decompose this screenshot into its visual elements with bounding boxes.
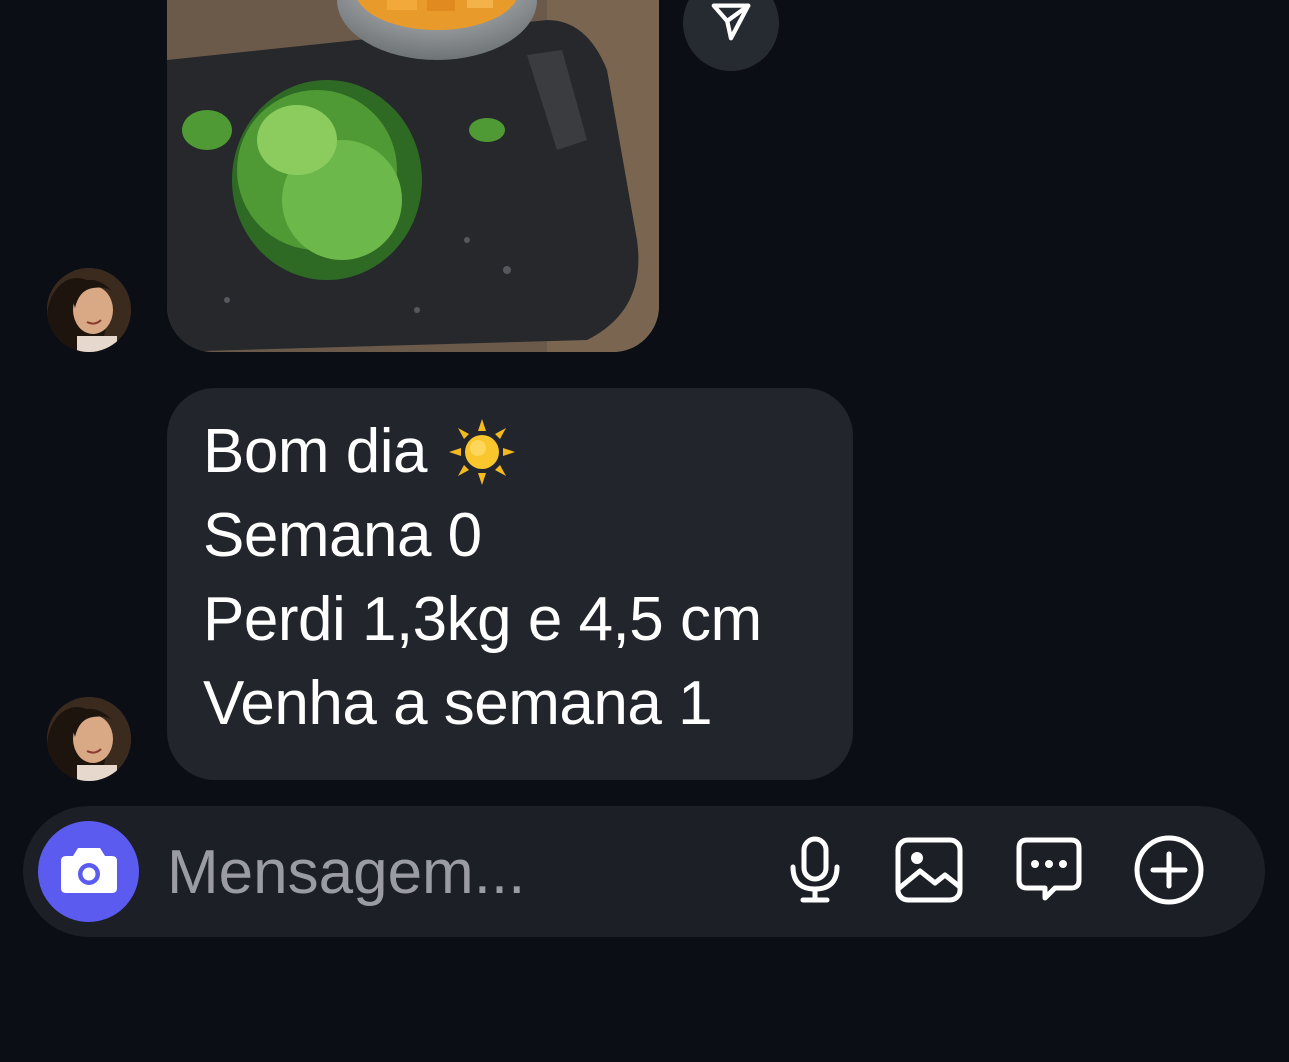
message-text: Bom dia	[203, 417, 427, 486]
message-line: Perdi 1,3kg e 4,5 cm	[203, 585, 762, 654]
message-line: Semana 0	[203, 501, 482, 570]
sun-icon	[447, 417, 517, 487]
avatar[interactable]	[47, 268, 131, 352]
microphone-icon	[787, 835, 843, 910]
photo-message[interactable]	[167, 0, 659, 352]
avatar[interactable]	[47, 697, 131, 781]
sticker-button[interactable]	[1013, 836, 1085, 908]
sender-avatar-image	[47, 697, 131, 781]
message-input[interactable]	[167, 832, 747, 912]
plus-circle-icon	[1133, 834, 1205, 911]
add-button[interactable]	[1133, 834, 1205, 911]
paper-plane-icon	[708, 0, 754, 49]
photo-chopped-greens	[167, 0, 659, 352]
camera-icon	[60, 844, 118, 899]
gallery-button[interactable]	[893, 836, 965, 908]
microphone-button[interactable]	[779, 836, 851, 908]
message-line: Bom dia	[203, 410, 817, 494]
share-button[interactable]	[683, 0, 779, 71]
message-composer	[23, 806, 1265, 937]
sender-avatar-image	[47, 268, 131, 352]
message-line: Venha a semana 1	[203, 669, 713, 738]
sticker-chat-icon	[1015, 836, 1083, 909]
gallery-icon	[895, 837, 963, 908]
camera-button[interactable]	[38, 821, 139, 922]
text-message-bubble[interactable]: Bom dia Semana 0 Perdi 1,3kg e 4,5 cm Ve…	[167, 388, 853, 780]
